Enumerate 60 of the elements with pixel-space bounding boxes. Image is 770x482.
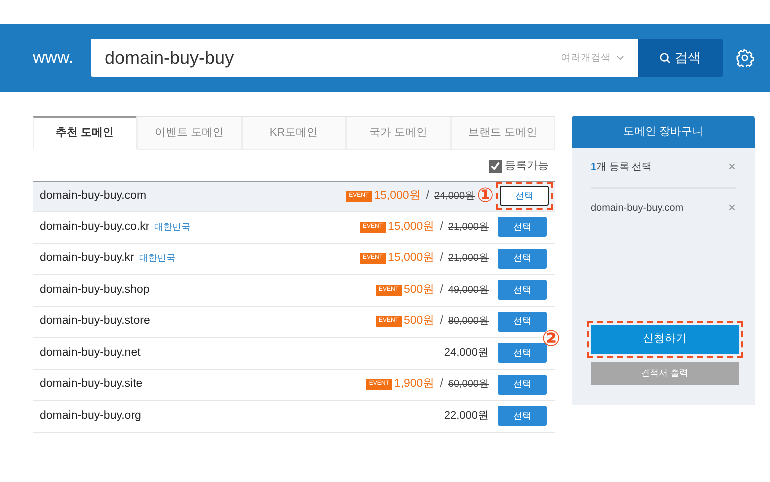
domain-name: domain-buy-buy.site <box>40 377 143 392</box>
price: 500원 <box>404 282 436 298</box>
domain-name: domain-buy-buy.store <box>40 314 150 330</box>
old-price: 60,000원 <box>448 378 489 392</box>
settings-icon[interactable] <box>736 49 754 67</box>
select-button[interactable]: 선택 <box>498 374 547 395</box>
separator: / <box>440 377 444 392</box>
old-price: 49,000원 <box>448 284 489 298</box>
domain-name: domain-buy-buy.com <box>40 188 147 204</box>
cart-item-name: domain-buy-buy.com <box>591 202 684 216</box>
cart-summary: 1개 등록 선택 <box>591 161 652 175</box>
price: 15,000원 <box>374 188 422 204</box>
price: 15,000원 <box>388 251 436 266</box>
apply-button[interactable]: 신청하기 <box>591 325 739 354</box>
search-field[interactable]: domain-buy-buy 여러개검색 <box>91 39 638 77</box>
separator: / <box>426 188 430 204</box>
select-button[interactable]: 선택 <box>498 406 547 426</box>
chevron-down-icon <box>617 56 624 60</box>
select-button[interactable]: 선택 <box>498 280 547 300</box>
select-button[interactable]: 선택 <box>500 186 549 206</box>
old-price: 21,000원 <box>448 252 489 266</box>
separator: / <box>440 220 444 235</box>
domain-name: domain-buy-buy.net <box>40 346 141 361</box>
select-button[interactable]: 선택 <box>498 312 547 332</box>
annotation-number: ① <box>477 186 494 206</box>
tab[interactable]: KR도메인 <box>242 117 346 150</box>
domain-name: domain-buy-buy.org <box>40 408 142 424</box>
close-button[interactable]: × <box>728 201 736 216</box>
cart-title: 도메인 장바구니 <box>572 116 755 148</box>
tab[interactable]: 이벤트 도메인 <box>137 117 242 150</box>
price: 15,000원 <box>388 220 436 235</box>
search-icon <box>660 52 671 64</box>
separator: / <box>440 314 444 330</box>
separator: / <box>440 251 444 266</box>
quote-button[interactable]: 견적서 출력 <box>591 362 739 386</box>
price: 500원 <box>404 314 436 330</box>
select-button[interactable]: 선택 <box>498 343 547 364</box>
old-price: 21,000원 <box>448 220 489 235</box>
old-price: 80,000원 <box>448 315 489 330</box>
select-button[interactable]: 선택 <box>498 248 547 269</box>
search-mode-dropdown[interactable]: 여러개검색 <box>561 50 611 66</box>
price: 1,900원 <box>394 377 436 392</box>
domain-name: domain-buy-buy.shop <box>40 282 150 298</box>
search-button[interactable]: 검색 <box>638 39 723 77</box>
prefix-label: www. <box>33 47 75 70</box>
separator: / <box>440 282 444 298</box>
country-tag: 대한민국 <box>139 252 176 266</box>
country-tag: 대한민국 <box>154 220 191 234</box>
tab[interactable]: 추천 도메인 <box>33 116 138 149</box>
checkbox[interactable] <box>489 160 502 173</box>
price: 22,000원 <box>444 409 489 424</box>
select-button[interactable]: 선택 <box>498 217 547 238</box>
old-price: 24,000원 <box>434 190 476 204</box>
close-button[interactable]: × <box>728 160 736 175</box>
tab[interactable]: 국가 도메인 <box>346 117 451 150</box>
tab[interactable]: 브랜드 도메인 <box>450 117 556 150</box>
price: 24,000원 <box>444 346 489 361</box>
checkbox-label[interactable]: 등록가능 <box>505 158 549 174</box>
domain-name: domain-buy-buy.kr <box>40 251 134 266</box>
domain-name: domain-buy-buy.co.kr <box>40 220 150 235</box>
